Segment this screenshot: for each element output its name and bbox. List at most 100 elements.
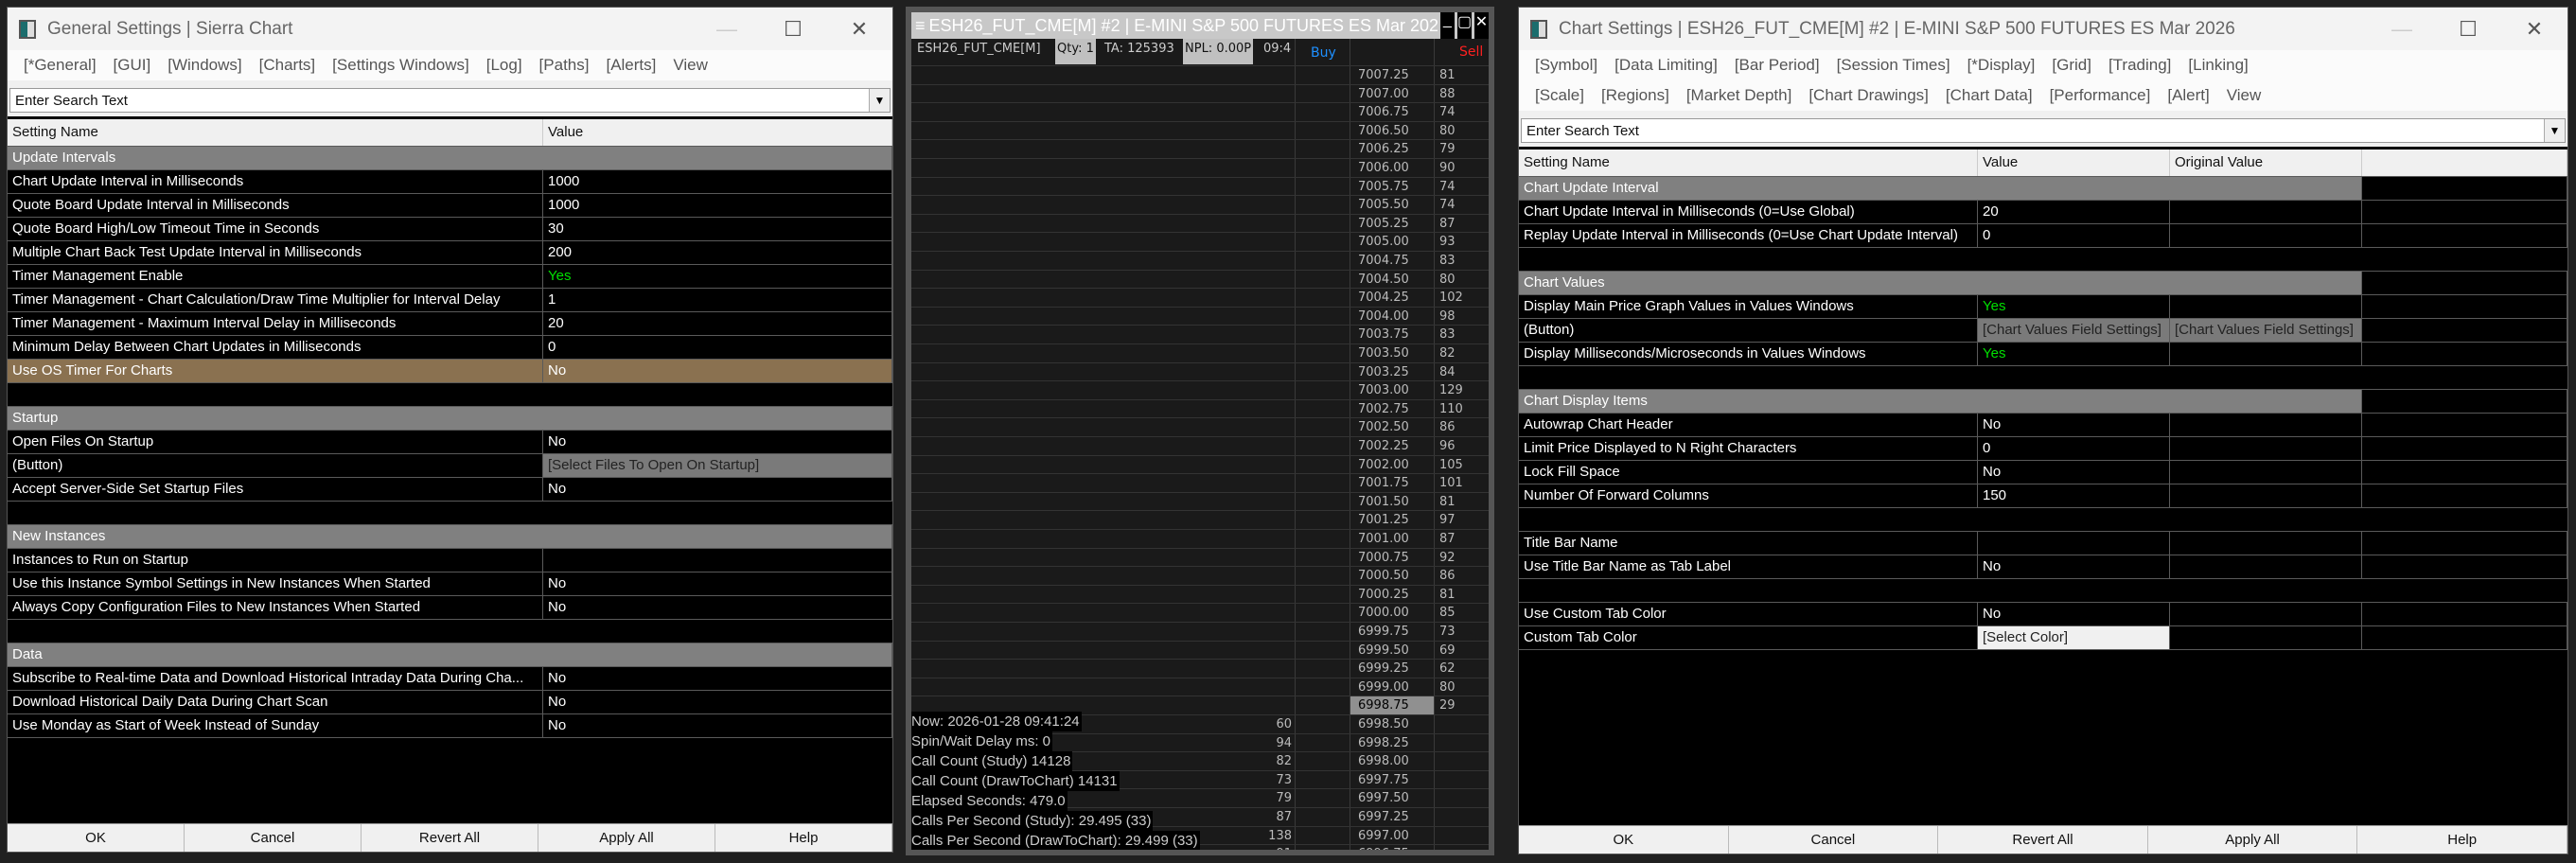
price-level[interactable]: 7001.75 — [1358, 474, 1409, 492]
ask-size[interactable]: 62 — [1439, 660, 1456, 678]
ask-size[interactable]: 92 — [1439, 549, 1456, 567]
tab-performance[interactable]: [Performance] — [2041, 80, 2160, 111]
setting-row[interactable]: Use this Instance Symbol Settings in New… — [8, 572, 892, 596]
price-level[interactable]: 7005.00 — [1358, 233, 1409, 251]
ask-size[interactable]: 86 — [1439, 567, 1456, 585]
price-level[interactable]: 7001.00 — [1358, 530, 1409, 548]
bid-size[interactable]: 91 — [1276, 845, 1292, 850]
setting-value[interactable]: No — [543, 431, 892, 453]
tab-alert[interactable]: [Alert] — [2159, 80, 2217, 111]
bid-size[interactable]: 82 — [1276, 752, 1292, 770]
ladder-row[interactable]: 7006.25 79 — [911, 139, 1489, 158]
tab-log[interactable]: [Log] — [478, 50, 531, 80]
ask-size[interactable]: 73 — [1439, 623, 1456, 641]
close-button[interactable]: ✕ — [1472, 12, 1489, 39]
setting-row[interactable]: Use Monday as Start of Week Instead of S… — [8, 714, 892, 738]
bid-size[interactable]: 73 — [1276, 771, 1292, 789]
price-level[interactable]: 7003.25 — [1358, 363, 1409, 381]
setting-value[interactable]: No — [543, 691, 892, 713]
price-level[interactable]: 7002.75 — [1358, 400, 1409, 418]
setting-button[interactable]: [Select Files To Open On Startup] — [543, 454, 892, 477]
price-level[interactable]: 7000.50 — [1358, 567, 1409, 585]
setting-row[interactable]: Title Bar Name — [1519, 532, 2567, 555]
bid-size[interactable]: 79 — [1276, 789, 1292, 807]
ask-size[interactable]: 74 — [1439, 103, 1456, 121]
ladder-row[interactable]: 7005.25 87 — [911, 213, 1489, 233]
price-level[interactable]: 7006.75 — [1358, 103, 1409, 121]
tab-chart-drawings[interactable]: [Chart Drawings] — [1800, 80, 1937, 111]
price-level[interactable]: 6997.00 — [1358, 827, 1409, 845]
setting-row[interactable]: (Button) [Select Files To Open On Startup… — [8, 454, 892, 478]
column-header-value[interactable]: Value — [543, 119, 892, 146]
ask-size[interactable]: 81 — [1439, 493, 1456, 511]
setting-row[interactable]: Autowrap Chart Header No — [1519, 414, 2567, 437]
setting-row[interactable]: Use Title Bar Name as Tab Label No — [1519, 555, 2567, 579]
price-level[interactable]: 7000.00 — [1358, 604, 1409, 622]
ask-size[interactable]: 82 — [1439, 344, 1456, 362]
price-level[interactable]: 7004.75 — [1358, 252, 1409, 270]
setting-value[interactable]: No — [543, 360, 892, 382]
ladder-row[interactable]: 7004.25 102 — [911, 288, 1489, 307]
ask-size[interactable]: 69 — [1439, 642, 1456, 660]
tab-symbol[interactable]: [Symbol] — [1526, 50, 1606, 80]
setting-value[interactable]: No — [1978, 461, 2170, 484]
price-level[interactable]: 7006.00 — [1358, 159, 1409, 177]
tab-bar-period[interactable]: [Bar Period] — [1726, 50, 1828, 80]
setting-button[interactable]: [Chart Values Field Settings] — [1978, 319, 2170, 342]
ask-size[interactable]: 105 — [1439, 456, 1463, 474]
tab-settings-windows[interactable]: [Settings Windows] — [324, 50, 478, 80]
ask-size[interactable]: 88 — [1439, 85, 1456, 103]
ok-button[interactable]: OK — [1519, 826, 1729, 854]
tab-charts[interactable]: [Charts] — [251, 50, 325, 80]
price-level[interactable]: 7003.75 — [1358, 326, 1409, 343]
price-level[interactable]: 6999.25 — [1358, 660, 1409, 678]
price-level[interactable]: 7007.00 — [1358, 85, 1409, 103]
cancel-button[interactable]: Cancel — [1729, 826, 1939, 854]
tab-regions[interactable]: [Regions] — [1593, 80, 1678, 111]
maximize-button[interactable]: ▢ — [1455, 12, 1472, 39]
setting-value[interactable]: [Select Color] — [1978, 626, 2170, 649]
ask-size[interactable]: 110 — [1439, 400, 1463, 418]
maximize-button[interactable]: ☐ — [760, 17, 826, 42]
setting-value[interactable]: 1000 — [543, 170, 892, 193]
ladder-row[interactable]: 6999.50 69 — [911, 640, 1489, 660]
setting-row[interactable]: Subscribe to Real-time Data and Download… — [8, 667, 892, 691]
tab-trading[interactable]: [Trading] — [2100, 50, 2179, 80]
minimize-button[interactable]: — — [694, 17, 760, 42]
setting-value[interactable]: Yes — [1978, 295, 2170, 318]
setting-row[interactable]: Display Milliseconds/Microseconds in Val… — [1519, 343, 2567, 366]
price-level[interactable]: 7004.25 — [1358, 289, 1409, 307]
bid-size[interactable]: 87 — [1276, 808, 1292, 826]
sell-column-header[interactable]: Sell — [1457, 42, 1485, 62]
setting-row[interactable]: Display Main Price Graph Values in Value… — [1519, 295, 2567, 319]
tab-windows[interactable]: [Windows] — [159, 50, 250, 80]
ask-size[interactable]: 79 — [1439, 140, 1456, 158]
setting-value[interactable]: No — [1978, 603, 2170, 625]
ask-size[interactable]: 74 — [1439, 178, 1456, 196]
menu-icon[interactable]: ≡ — [911, 16, 929, 36]
setting-value[interactable]: 1 — [543, 289, 892, 311]
tab-market-depth[interactable]: [Market Depth] — [1678, 80, 1801, 111]
apply-all-button[interactable]: Apply All — [538, 824, 715, 852]
price-level[interactable]: 7002.25 — [1358, 437, 1409, 455]
price-level[interactable]: 6998.50 — [1358, 715, 1409, 733]
setting-value[interactable]: 0 — [1978, 437, 2170, 460]
revert-all-button[interactable]: Revert All — [362, 824, 538, 852]
price-level[interactable]: 7002.00 — [1358, 456, 1409, 474]
price-level[interactable]: 6998.25 — [1358, 734, 1409, 752]
ask-size[interactable]: 80 — [1439, 271, 1456, 289]
ask-size[interactable]: 102 — [1439, 289, 1463, 307]
ladder-row[interactable]: 7007.00 88 — [911, 83, 1489, 103]
setting-row[interactable]: Timer Management - Maximum Interval Dela… — [8, 312, 892, 336]
price-level[interactable]: 7000.75 — [1358, 549, 1409, 567]
chevron-down-icon[interactable]: ▼ — [2544, 119, 2565, 142]
setting-row[interactable]: Chart Update Interval in Milliseconds 100… — [8, 170, 892, 194]
ladder-row[interactable]: 7000.50 86 — [911, 566, 1489, 585]
setting-value[interactable]: No — [543, 478, 892, 501]
setting-value[interactable]: 0 — [543, 336, 892, 359]
ask-size[interactable]: 80 — [1439, 678, 1456, 696]
ladder-row[interactable]: 7005.75 74 — [911, 176, 1489, 196]
setting-row[interactable]: Minimum Delay Between Chart Updates in M… — [8, 336, 892, 360]
price-level[interactable]: 7003.50 — [1358, 344, 1409, 362]
price-level[interactable]: 7003.00 — [1358, 381, 1409, 399]
